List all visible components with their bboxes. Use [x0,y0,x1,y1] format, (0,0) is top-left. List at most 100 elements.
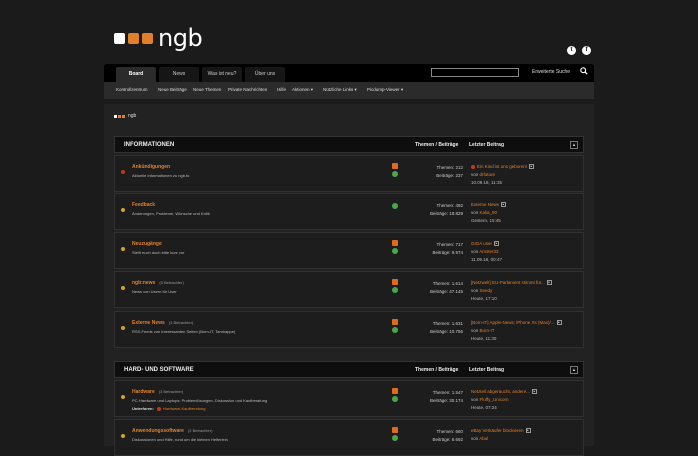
last-post: eBay Verkäufer blockieren ▸ von Abul [471,427,583,443]
forum-title-text[interactable]: Hardware [132,389,155,395]
rss-icon[interactable] [392,240,398,246]
forum-status-icon [121,247,125,251]
category-header: HARD- UND SOFTWARE Themen / Beiträge Let… [114,361,584,378]
subnav-actions[interactable]: Aktionen ▾ [292,87,313,93]
last-post-author[interactable]: Seedy [480,288,493,293]
category-title[interactable]: HARD- UND SOFTWARE [124,367,194,373]
go-to-last-post-icon[interactable]: ▸ [494,241,500,247]
last-post-title[interactable]: eBay Verkäufer blockieren [471,428,524,433]
logo-square-3 [142,32,153,44]
forum-title-text[interactable]: ngb:news [132,280,155,286]
subforum-status-icon [156,406,161,411]
forum-stats: Themen: 660 Beiträge: 6.692 [405,428,463,444]
tab-about[interactable]: Über uns [245,67,285,82]
tab-whats-new[interactable]: Was ist neu? [202,67,242,82]
facebook-icon[interactable]: f [582,46,591,55]
last-post-title[interactable]: [Born-IT] Apple-News: iPhone Xs (Max)/..… [471,320,555,325]
subnav-private-messages[interactable]: Private Nachrichten [228,87,267,92]
last-post-by-prefix: von [471,288,480,293]
forum-title-text[interactable]: Externe News [132,320,165,326]
search-input[interactable] [431,68,519,77]
subnav-control-panel[interactable]: Kontrollzentrum [116,87,148,92]
subforum-link[interactable]: Hardware-Kaufberatung [156,406,206,411]
forum-title[interactable]: Hardware (3 Betrachter) [132,389,183,395]
post-count: Beiträge: 237 [436,173,463,178]
breadcrumb-square-1 [114,114,117,118]
forum-online-icon [392,171,398,177]
rss-icon[interactable] [392,319,398,325]
forum-stats: Themen: 212 Beiträge: 237 [405,164,463,180]
forum-title[interactable]: Ankündigungen [132,164,174,170]
last-post-date: 11.09.18, 00:47 [471,257,502,262]
last-post: [Born-IT] Apple-News: iPhone Xs (Max)/..… [471,319,583,343]
forum-online-icon [392,327,398,333]
forum-title[interactable]: ngb:news (5 Betrachter) [132,280,184,286]
last-post-author[interactable]: Born-IT [480,328,495,333]
forum-title[interactable]: Externe News (3 Betrachter) [132,320,193,326]
forum-viewers: (2 Betrachter) [187,428,213,433]
site-header: ngb t f [0,0,698,64]
subforum-link-text[interactable]: Hardware-Kaufberatung [163,406,206,411]
thread-count: Themen: 492 [436,203,463,208]
tab-news[interactable]: News [159,67,199,82]
last-post: Externe News ▸ von Kalia_90 Gestern, 15:45 [471,201,583,225]
twitter-icon[interactable]: t [567,46,576,55]
column-last-post-header: Letzter Beitrag [469,367,505,373]
forum-title-text[interactable]: Feedback [132,202,155,208]
forum-title[interactable]: Anwendungssoftware (2 Betrachter) [132,428,212,434]
forum-stats: Themen: 1.631 Beiträge: 10.756 [405,320,463,336]
search-icon[interactable] [578,66,590,78]
go-to-last-post-icon[interactable]: ▸ [546,280,552,286]
last-post-author[interactable]: Fluffy_Unicorn [480,397,509,402]
last-post-title[interactable]: GIGA user [471,241,492,246]
logo-square-1 [114,32,125,44]
subnav-picdump-viewer[interactable]: Picdump-Viewer ▾ [367,87,403,93]
last-post-by-prefix: von [471,328,480,333]
last-post-title[interactable]: Externe News [471,202,499,207]
forum-title-text[interactable]: Ankündigungen [132,164,170,170]
forum-description: Änderungen, Probleme, Wünsche und Kritik [132,211,210,216]
forum-title[interactable]: Feedback [132,202,159,208]
subnav-help[interactable]: Hilfe [277,87,286,92]
last-post-author[interactable]: Kalia_90 [480,210,498,215]
forum-title[interactable]: Neuzugänge [132,241,166,247]
last-post-author[interactable]: Amster33 [479,249,498,254]
breadcrumb[interactable]: ngb [114,113,136,119]
breadcrumb-square-2 [118,114,121,118]
forum-title-text[interactable]: Neuzugänge [132,241,162,247]
collapse-icon[interactable]: ▴ [570,141,578,149]
last-post-title[interactable]: Ein Kind ist uns geboren! [477,164,527,169]
category-title[interactable]: INFORMATIONEN [124,142,174,148]
go-to-last-post-icon[interactable]: ▸ [532,389,538,395]
subforums: Unterforen: Hardware-Kaufberatung [132,406,205,411]
last-post-author[interactable]: Abul [479,436,488,441]
rss-icon[interactable] [392,163,398,169]
thread-count: Themen: 1.547 [432,390,463,395]
last-post-date: Heute, 07:24 [471,405,497,410]
go-to-last-post-icon[interactable]: ▸ [529,164,535,170]
go-to-last-post-icon[interactable]: ▸ [556,320,562,326]
tab-board[interactable]: Board [116,67,156,82]
go-to-last-post-icon[interactable]: ▸ [525,428,531,434]
advanced-search-link[interactable]: Erweiterte Suche [532,69,570,75]
site-logo[interactable]: ngb [114,26,203,50]
rss-icon[interactable] [392,427,398,433]
thread-count: Themen: 717 [436,242,463,247]
last-post-title[interactable]: Netzteil abgeraucht, andere... [471,389,530,394]
forum-title-text[interactable]: Anwendungssoftware [132,428,184,434]
forum-status-icon [121,286,125,290]
go-to-last-post-icon[interactable]: ▸ [501,202,507,208]
subforums-label: Unterforen: [132,406,154,411]
last-post-title[interactable]: [Netzwelt] EU-Parlament stimmt für... [471,280,545,285]
thread-count: Themen: 660 [436,429,463,434]
collapse-icon[interactable]: ▴ [570,366,578,374]
rss-icon[interactable] [392,279,398,285]
rss-icon[interactable] [392,388,398,394]
subnav-new-threads[interactable]: Neue Themen [193,87,221,92]
subnav-new-posts[interactable]: Neue Beiträge [158,87,187,92]
subnav-useful-links[interactable]: Nützliche Links ▾ [323,87,357,93]
last-post-author[interactable]: drfuture [480,172,496,177]
forum-viewers: (3 Betrachter) [168,320,194,325]
last-post-by-prefix: von [471,172,480,177]
forum-stats: Themen: 492 Beiträge: 18.829 [405,202,463,218]
